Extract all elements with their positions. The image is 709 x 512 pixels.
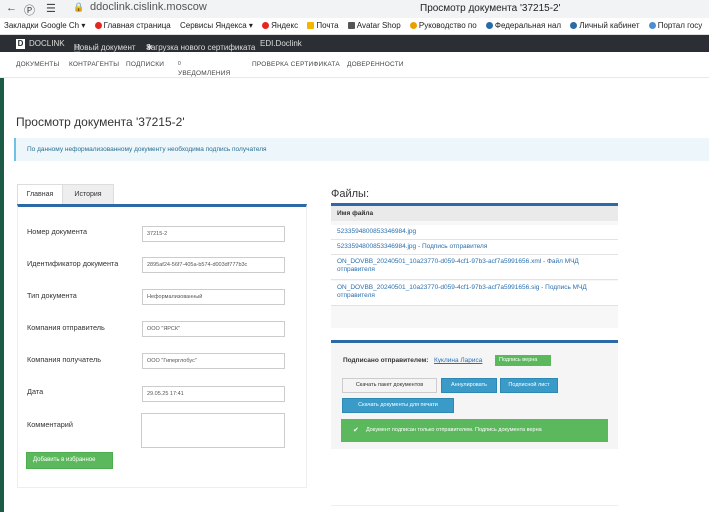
label-sender-company: Компания отправитель bbox=[27, 323, 105, 332]
tab-main[interactable]: Главная bbox=[17, 184, 63, 205]
browser-toolbar: ← Ⓟ ☰ 🔒 ddoclink.cislink.moscow Просмотр… bbox=[0, 0, 709, 19]
label-document-id: Идентификатор документа bbox=[27, 259, 119, 268]
download-package-button[interactable]: Скачать пакет документов bbox=[342, 378, 437, 393]
lock-icon: 🔒 bbox=[73, 2, 85, 12]
signature-panel: Подписано отправителем: Куклина Лариса П… bbox=[331, 340, 618, 449]
main-nav: ДОКУМЕНТЫ КОНТРАГЕНТЫ ПОДПИСКИ УВЕДОМЛЕН… bbox=[0, 52, 709, 78]
yandex-logo-icon[interactable]: Ⓟ bbox=[24, 2, 35, 18]
comment-textarea[interactable] bbox=[141, 413, 285, 448]
input-sender-company[interactable]: ООО "ЯРСК" bbox=[142, 321, 285, 337]
tax-icon bbox=[485, 22, 493, 30]
bookmark-google[interactable]: Закладки Google Ch ▾ bbox=[4, 18, 85, 34]
input-document-number[interactable]: 37215-2 bbox=[142, 226, 285, 242]
window-title: Просмотр документа '37215-2' bbox=[420, 3, 561, 14]
label-document-number: Номер документа bbox=[27, 227, 88, 236]
info-alert-text: По данному неформализованному документу … bbox=[27, 146, 267, 153]
download-print-button[interactable]: Скачать документы для печати bbox=[342, 398, 454, 413]
annul-button[interactable]: Аннулировать bbox=[441, 378, 497, 393]
label-comment: Комментарий bbox=[27, 420, 73, 429]
bookmark-yandex-services[interactable]: Сервисы Яндекса ▾ bbox=[180, 18, 253, 34]
files-title: Файлы: bbox=[331, 188, 370, 200]
bookmark-yandex[interactable]: Яндекс bbox=[262, 18, 298, 34]
tab-history[interactable]: История bbox=[62, 184, 114, 205]
checkmark-icon: ✔ bbox=[353, 427, 359, 434]
back-icon[interactable]: ← bbox=[6, 2, 17, 14]
input-recipient-company[interactable]: ООО "Гиперглобус" bbox=[142, 353, 285, 369]
signature-valid-badge: Подпись верна bbox=[495, 355, 551, 366]
yandex-icon bbox=[262, 22, 270, 30]
signature-sheet-button[interactable]: Подписной лист bbox=[500, 378, 558, 393]
input-date[interactable]: 29.05.25 17:41 bbox=[142, 386, 285, 402]
bookmark-cabinet[interactable]: Личный кабинет bbox=[570, 18, 639, 34]
bookmark-guide[interactable]: Руководство по bbox=[409, 18, 477, 34]
label-recipient-company: Компания получатель bbox=[27, 355, 102, 364]
files-table: Имя файла 5233594800853346984.jpg 523359… bbox=[331, 203, 618, 328]
page-title: Просмотр документа '37215-2' bbox=[16, 115, 185, 129]
file-row[interactable]: ON_DOVBB_20240501_10a23770-d059-4cf1-97b… bbox=[331, 281, 618, 306]
shop-icon bbox=[347, 22, 355, 30]
signature-status-alert: ✔ Документ подписан только отправителем.… bbox=[341, 419, 608, 442]
nav-certificate-check[interactable]: ПРОВЕРКА СЕРТИФИКАТА bbox=[252, 61, 340, 68]
input-document-type[interactable]: Неформализованный bbox=[142, 289, 285, 305]
gosuslugi-icon bbox=[648, 22, 656, 30]
files-table-header: Имя файла bbox=[331, 206, 618, 221]
bookmark-yandex-home[interactable]: Главная страница bbox=[94, 18, 171, 34]
nav-subscriptions[interactable]: ПОДПИСКИ bbox=[126, 61, 164, 68]
signer-link[interactable]: Куклина Лариса bbox=[434, 357, 482, 364]
info-alert: По данному неформализованному документу … bbox=[14, 138, 709, 161]
divider bbox=[331, 505, 618, 506]
nav-power-of-attorney[interactable]: ДОВЕРЕННОСТИ bbox=[347, 61, 404, 68]
bookmark-gosuslugi[interactable]: Портал госу bbox=[648, 18, 702, 34]
file-row[interactable]: 5233594800853346984.jpg - Подпись отправ… bbox=[331, 240, 618, 255]
brand-name[interactable]: DOCLINK bbox=[29, 39, 65, 48]
nav-notifications[interactable]: УВЕДОМЛЕНИЯ 0 bbox=[178, 61, 230, 77]
edi-doclink-link[interactable]: EDI.Doclink bbox=[260, 39, 302, 48]
file-row[interactable]: ON_DOVBB_20240501_10a23770-d059-4cf1-97b… bbox=[331, 255, 618, 280]
mail-icon bbox=[307, 22, 315, 30]
cabinet-icon bbox=[570, 22, 578, 30]
file-row[interactable]: 5233594800853346984.jpg bbox=[331, 225, 618, 240]
add-to-favorites-button[interactable]: Добавить в избранное bbox=[26, 452, 113, 469]
guide-icon bbox=[409, 22, 417, 30]
bookmark-avatar-shop[interactable]: Avatar Shop bbox=[347, 18, 401, 34]
yandex-icon bbox=[94, 22, 102, 30]
nav-contractors[interactable]: КОНТРАГЕНТЫ bbox=[69, 61, 119, 68]
label-document-type: Тип документа bbox=[27, 291, 77, 300]
bookmark-tax[interactable]: Федеральная нал bbox=[485, 18, 561, 34]
doclink-logo-icon: D bbox=[16, 39, 25, 49]
bookmarks-bar: Закладки Google Ch ▾ Главная страница Се… bbox=[0, 18, 709, 35]
nav-documents[interactable]: ДОКУМЕНТЫ bbox=[16, 61, 59, 68]
notifications-count: 0 bbox=[178, 61, 181, 67]
signed-by-label: Подписано отправителем: bbox=[343, 357, 429, 364]
label-date: Дата bbox=[27, 387, 44, 396]
window-edge bbox=[0, 35, 4, 512]
address-bar[interactable]: ddoclink.cislink.moscow bbox=[90, 1, 207, 13]
menu-icon[interactable]: ☰ bbox=[46, 2, 56, 15]
app-header: D DOCLINK 🗎 Новый документ ✱ Загрузка но… bbox=[0, 35, 709, 53]
input-document-id[interactable]: 2895af24-56f7-405a-b574-d003df777b3c bbox=[142, 257, 285, 273]
bookmark-mail[interactable]: Почта bbox=[307, 18, 339, 34]
